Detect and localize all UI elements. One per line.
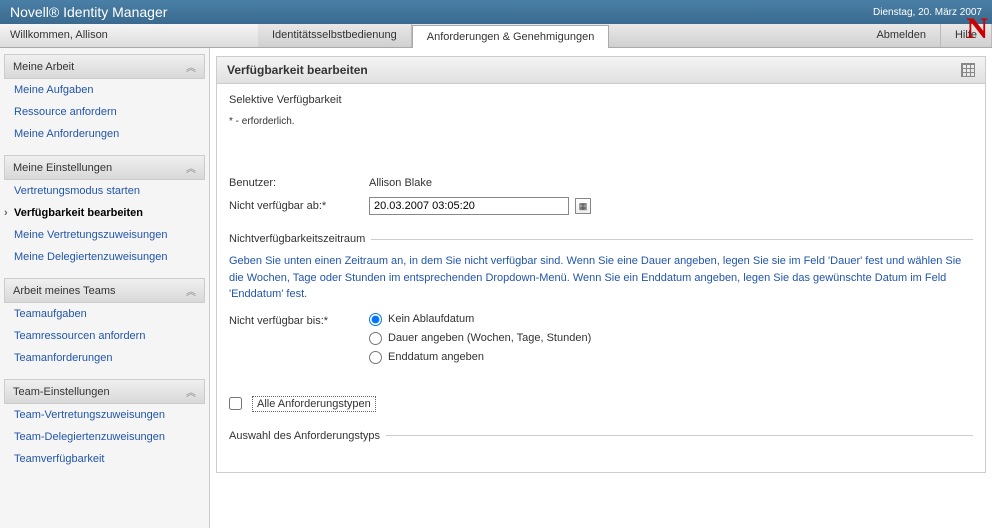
chevron-up-icon: ︽: [186, 160, 196, 175]
grid-icon[interactable]: [961, 63, 975, 77]
sidebar-item-team-resources[interactable]: Teamressourcen anfordern: [0, 325, 209, 347]
tab-identity[interactable]: Identitätsselbstbedienung: [258, 24, 412, 47]
calendar-icon[interactable]: ▦: [575, 198, 591, 214]
sidebar-item-edit-availability[interactable]: Verfügbarkeit bearbeiten: [0, 202, 209, 224]
sidebar-item-team-availability[interactable]: Teamverfügbarkeit: [0, 448, 209, 470]
sidebar-item-proxy-mode[interactable]: Vertretungsmodus starten: [0, 180, 209, 202]
sidebar: Meine Arbeit ︽ Meine Aufgaben Ressource …: [0, 48, 210, 528]
required-note: * - erforderlich.: [229, 116, 973, 127]
radio-duration-label: Dauer angeben (Wochen, Tage, Stunden): [388, 332, 591, 344]
all-types-row: Alle Anforderungstypen: [229, 396, 973, 412]
radio-duration[interactable]: [369, 332, 382, 345]
radio-row-end-date: Enddatum angeben: [369, 351, 973, 364]
availability-panel: Verfügbarkeit bearbeiten Selektive Verfü…: [216, 56, 986, 473]
chevron-up-icon: ︽: [186, 59, 196, 74]
sidebar-item-team-proxy[interactable]: Team-Vertretungszuweisungen: [0, 404, 209, 426]
sidebar-item-my-requests[interactable]: Meine Anforderungen: [0, 123, 209, 145]
duration-fieldset: Nichtverfügbarkeitszeitraum Geben Sie un…: [229, 233, 973, 382]
sidebar-header-label: Arbeit meines Teams: [13, 285, 116, 297]
user-row: Benutzer: Allison Blake: [229, 177, 973, 189]
duration-description: Geben Sie unten einen Zeitraum an, in de…: [229, 253, 973, 303]
chevron-up-icon: ︽: [186, 384, 196, 399]
radio-no-expiry-label: Kein Ablaufdatum: [388, 313, 474, 325]
radio-end-date-label: Enddatum angeben: [388, 351, 484, 363]
welcome-text: Willkommen, Allison: [0, 24, 258, 47]
sidebar-item-tasks[interactable]: Meine Aufgaben: [0, 79, 209, 101]
app-title: Novell® Identity Manager: [10, 4, 167, 20]
selection-fieldset: Auswahl des Anforderungstyps: [229, 430, 973, 462]
sidebar-header-label: Meine Einstellungen: [13, 162, 112, 174]
sidebar-header-label: Team-Einstellungen: [13, 386, 110, 398]
selection-legend: Auswahl des Anforderungstyps: [229, 430, 386, 442]
sidebar-section-team-work: Arbeit meines Teams ︽ Teamaufgaben Teamr…: [0, 278, 209, 369]
sidebar-section-settings: Meine Einstellungen ︽ Vertretungsmodus s…: [0, 155, 209, 268]
unavailable-from-input[interactable]: [369, 197, 569, 215]
sidebar-item-team-tasks[interactable]: Teamaufgaben: [0, 303, 209, 325]
user-value: Allison Blake: [369, 177, 432, 189]
user-label: Benutzer:: [229, 177, 369, 189]
unavailable-from-label: Nicht verfügbar ab:*: [229, 200, 369, 212]
chevron-up-icon: ︽: [186, 283, 196, 298]
unavailable-until-label: Nicht verfügbar bis:*: [229, 313, 369, 327]
sidebar-item-proxy-assignments[interactable]: Meine Vertretungszuweisungen: [0, 224, 209, 246]
sidebar-item-team-requests[interactable]: Teamanforderungen: [0, 347, 209, 369]
sidebar-header-work[interactable]: Meine Arbeit ︽: [4, 54, 205, 79]
unavailable-from-row: Nicht verfügbar ab:* ▦: [229, 197, 973, 215]
tab-requests[interactable]: Anforderungen & Genehmigungen: [412, 25, 610, 48]
sidebar-header-team-work[interactable]: Arbeit meines Teams ︽: [4, 278, 205, 303]
all-types-checkbox[interactable]: [229, 397, 242, 410]
radio-row-duration: Dauer angeben (Wochen, Tage, Stunden): [369, 332, 973, 345]
radio-row-no-expiry: Kein Ablaufdatum: [369, 313, 973, 326]
sidebar-item-request-resource[interactable]: Ressource anfordern: [0, 101, 209, 123]
main-content: Verfügbarkeit bearbeiten Selektive Verfü…: [210, 48, 992, 528]
panel-subtitle: Selektive Verfügbarkeit: [229, 94, 973, 106]
sidebar-section-team-settings: Team-Einstellungen ︽ Team-Vertretungszuw…: [0, 379, 209, 470]
novell-logo-icon: N: [966, 12, 988, 46]
all-types-label[interactable]: Alle Anforderungstypen: [252, 396, 376, 412]
sidebar-item-delegate-assignments[interactable]: Meine Delegiertenzuweisungen: [0, 246, 209, 268]
sidebar-header-label: Meine Arbeit: [13, 61, 74, 73]
duration-legend: Nichtverfügbarkeitszeitraum: [229, 233, 371, 245]
tab-logout[interactable]: Abmelden: [862, 24, 941, 47]
panel-header: Verfügbarkeit bearbeiten: [217, 57, 985, 84]
subheader-bar: Willkommen, Allison Identitätsselbstbedi…: [0, 24, 992, 48]
sidebar-section-work: Meine Arbeit ︽ Meine Aufgaben Ressource …: [0, 54, 209, 145]
panel-title: Verfügbarkeit bearbeiten: [227, 63, 368, 77]
sidebar-header-team-settings[interactable]: Team-Einstellungen ︽: [4, 379, 205, 404]
sidebar-item-team-delegate[interactable]: Team-Delegiertenzuweisungen: [0, 426, 209, 448]
radio-no-expiry[interactable]: [369, 313, 382, 326]
radio-end-date[interactable]: [369, 351, 382, 364]
app-header: Novell® Identity Manager Dienstag, 20. M…: [0, 0, 992, 24]
sidebar-header-settings[interactable]: Meine Einstellungen ︽: [4, 155, 205, 180]
nav-tabs: Identitätsselbstbedienung Anforderungen …: [258, 24, 992, 47]
